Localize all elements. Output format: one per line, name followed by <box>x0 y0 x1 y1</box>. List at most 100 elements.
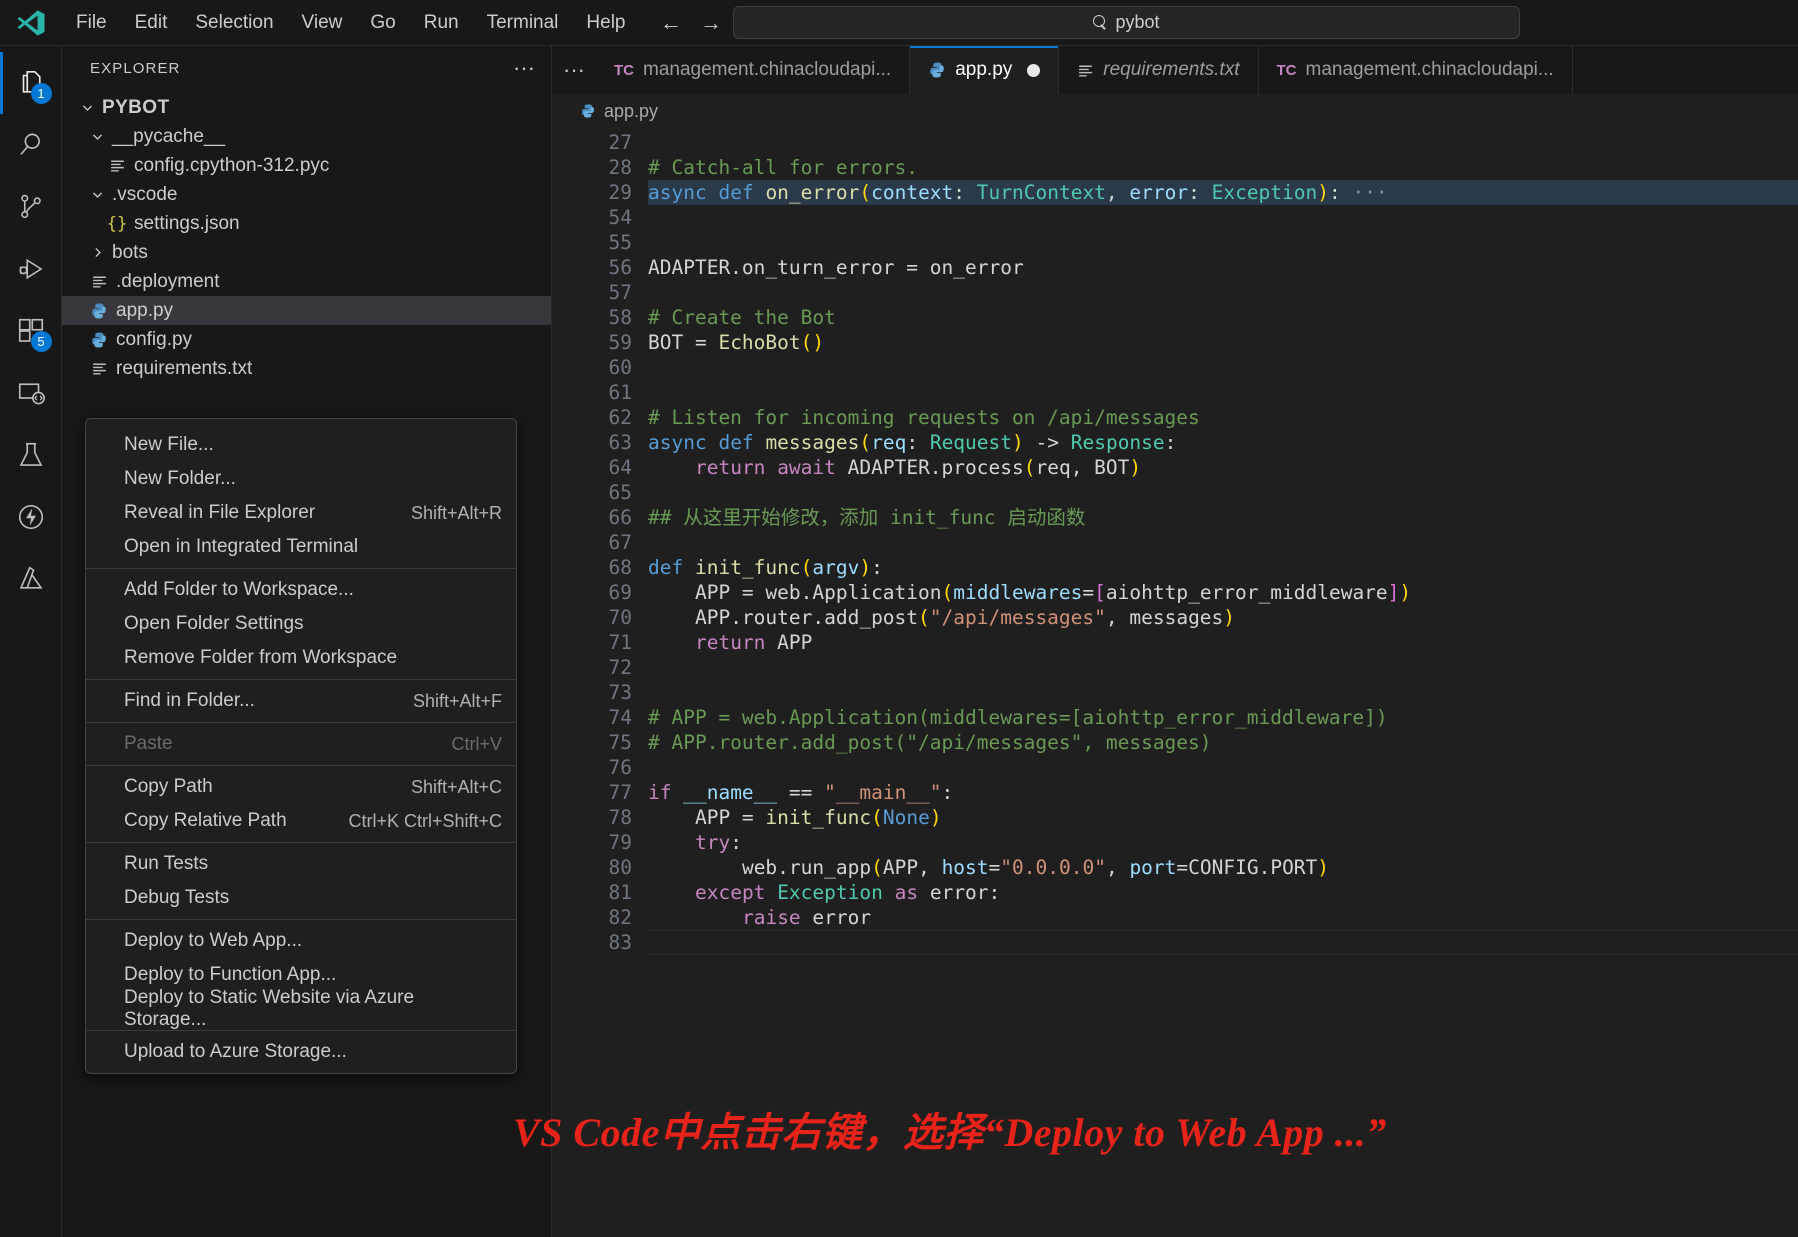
code-line: # Create the Bot <box>648 305 1798 330</box>
line-number: 81 <box>552 880 644 905</box>
tab-requirements-txt[interactable]: requirements.txt <box>1059 46 1258 94</box>
sidebar-more-actions-icon[interactable]: ··· <box>513 63 535 73</box>
tab-management-chinacloudapi-2[interactable]: TC management.chinacloudapi... <box>1259 46 1573 94</box>
tree-row-config-py[interactable]: config.py <box>62 325 551 354</box>
menu-item-debug-tests[interactable]: Debug Tests <box>86 881 516 915</box>
menu-item-new-file[interactable]: New File... <box>86 428 516 462</box>
menu-item-open-folder-settings[interactable]: Open Folder Settings <box>86 607 516 641</box>
code-line: except Exception as error: <box>648 880 1798 905</box>
python-file-icon <box>928 61 946 79</box>
python-file-icon <box>88 302 110 320</box>
menu-item-new-folder[interactable]: New Folder... <box>86 462 516 496</box>
forward-arrow-icon[interactable]: → <box>700 12 722 34</box>
menu-item-copy-path[interactable]: Copy Path Shift+Alt+C <box>86 770 516 804</box>
annotation-text: VS Code中点击右键，选择“Deploy to Web App ...” <box>513 1100 1387 1158</box>
code-line: # APP.router.add_post("/api/messages", m… <box>648 730 1798 755</box>
line-number: 62 <box>552 405 644 430</box>
tree-row-pybot[interactable]: PYBOT <box>62 93 551 122</box>
tree-label: .deployment <box>116 271 220 293</box>
menu-item-upload-to-azure-storage[interactable]: Upload to Azure Storage... <box>86 1035 516 1069</box>
quick-input-search[interactable]: pybot <box>733 6 1520 39</box>
menu-item-add-folder-to-workspace[interactable]: Add Folder to Workspace... <box>86 573 516 607</box>
menu-selection[interactable]: Selection <box>181 8 287 38</box>
activity-bar: 1 <box>0 46 62 1237</box>
line-number: 57 <box>552 280 644 305</box>
menu-item-reveal-in-file-explorer[interactable]: Reveal in File Explorer Shift+Alt+R <box>86 496 516 530</box>
tab-management-chinacloudapi-1[interactable]: TC management.chinacloudapi... <box>596 46 910 94</box>
menu-go[interactable]: Go <box>356 8 409 38</box>
code-line: try: <box>648 830 1798 855</box>
breadcrumb[interactable]: app.py <box>552 94 1798 128</box>
code-line <box>648 380 1798 405</box>
tree-label: requirements.txt <box>116 358 252 380</box>
code-editor[interactable]: 27 28 29› 54 55 56 57 58 59 60 61 62 63 … <box>552 128 1798 1237</box>
activity-explorer[interactable]: 1 <box>0 52 62 114</box>
menu-item-label: Open Folder Settings <box>124 613 304 635</box>
menu-item-label: Reveal in File Explorer <box>124 502 315 524</box>
code-line: APP = web.Application(middlewares=[aioht… <box>648 580 1798 605</box>
tab-label: app.py <box>955 59 1012 81</box>
sidebar-title: EXPLORER <box>90 60 181 77</box>
line-number: 75 <box>552 730 644 755</box>
tree-row-app-py[interactable]: app.py <box>62 296 551 325</box>
menu-item-deploy-to-web-app[interactable]: Deploy to Web App... <box>86 924 516 958</box>
tree-row-pycache[interactable]: __pycache__ <box>62 122 551 151</box>
menu-item-find-in-folder[interactable]: Find in Folder... Shift+Alt+F <box>86 684 516 718</box>
code-line: APP.router.add_post("/api/messages", mes… <box>648 605 1798 630</box>
code-line: return APP <box>648 630 1798 655</box>
python-file-icon <box>88 331 110 349</box>
menu-item-label: Open in Integrated Terminal <box>124 536 358 558</box>
back-arrow-icon[interactable]: ← <box>660 12 682 34</box>
code-line <box>648 530 1798 555</box>
file-tree: PYBOT __pycache__ config.cpython-312.pyc <box>62 90 551 383</box>
tab-app-py[interactable]: app.py <box>910 46 1059 94</box>
activity-extensions[interactable]: 5 <box>0 300 62 362</box>
activity-source-control[interactable] <box>0 176 62 238</box>
activity-azure-functions[interactable] <box>0 486 62 548</box>
menu-item-deploy-to-static-website[interactable]: Deploy to Static Website via Azure Stora… <box>86 992 516 1026</box>
menu-terminal[interactable]: Terminal <box>473 8 573 38</box>
tabs-overflow-icon[interactable]: ··· <box>552 46 596 94</box>
code-line: return await ADAPTER.process(req, BOT) <box>648 455 1798 480</box>
line-number: 74 <box>552 705 644 730</box>
menu-file[interactable]: File <box>62 8 121 38</box>
chevron-down-icon[interactable] <box>88 130 106 143</box>
tree-row-requirements-txt[interactable]: requirements.txt <box>62 354 551 383</box>
menu-item-label: Deploy to Web App... <box>124 930 302 952</box>
chevron-down-icon[interactable] <box>88 188 106 201</box>
line-number: 82 <box>552 905 644 930</box>
tree-row-bots[interactable]: bots <box>62 238 551 267</box>
activity-search[interactable] <box>0 114 62 176</box>
line-number: 63 <box>552 430 644 455</box>
menu-run[interactable]: Run <box>410 8 473 38</box>
activity-run-and-debug[interactable] <box>0 238 62 300</box>
quick-input-value: pybot <box>1115 12 1159 33</box>
menu-item-open-in-integrated-terminal[interactable]: Open in Integrated Terminal <box>86 530 516 564</box>
tree-row-settings-json[interactable]: {} settings.json <box>62 209 551 238</box>
menu-item-run-tests[interactable]: Run Tests <box>86 847 516 881</box>
text-file-icon <box>88 273 110 290</box>
menu-item-copy-relative-path[interactable]: Copy Relative Path Ctrl+K Ctrl+Shift+C <box>86 804 516 838</box>
activity-azure[interactable] <box>0 548 62 610</box>
editor-group: ··· TC management.chinacloudapi... app.p… <box>552 46 1798 1237</box>
tab-label: requirements.txt <box>1103 59 1239 81</box>
menu-item-remove-folder-from-workspace[interactable]: Remove Folder from Workspace <box>86 641 516 675</box>
menu-view[interactable]: View <box>288 8 357 38</box>
menu-item-shortcut: Shift+Alt+C <box>391 777 502 798</box>
line-number: 67 <box>552 530 644 555</box>
code-content[interactable]: # Catch-all for errors. async def on_err… <box>644 128 1798 1237</box>
chevron-down-icon[interactable] <box>78 101 96 114</box>
chevron-right-icon[interactable] <box>88 246 106 259</box>
python-file-icon <box>580 101 596 122</box>
menu-edit[interactable]: Edit <box>121 8 182 38</box>
activity-testing[interactable] <box>0 424 62 486</box>
line-number: 78 <box>552 805 644 830</box>
tree-row-deployment[interactable]: .deployment <box>62 267 551 296</box>
unsaved-indicator-icon[interactable] <box>1027 64 1040 77</box>
menu-help[interactable]: Help <box>572 8 639 38</box>
line-number: 80 <box>552 855 644 880</box>
code-line: # Listen for incoming requests on /api/m… <box>648 405 1798 430</box>
activity-remote-explorer[interactable] <box>0 362 62 424</box>
tree-row-config-pyc[interactable]: config.cpython-312.pyc <box>62 151 551 180</box>
tree-row-vscode[interactable]: .vscode <box>62 180 551 209</box>
